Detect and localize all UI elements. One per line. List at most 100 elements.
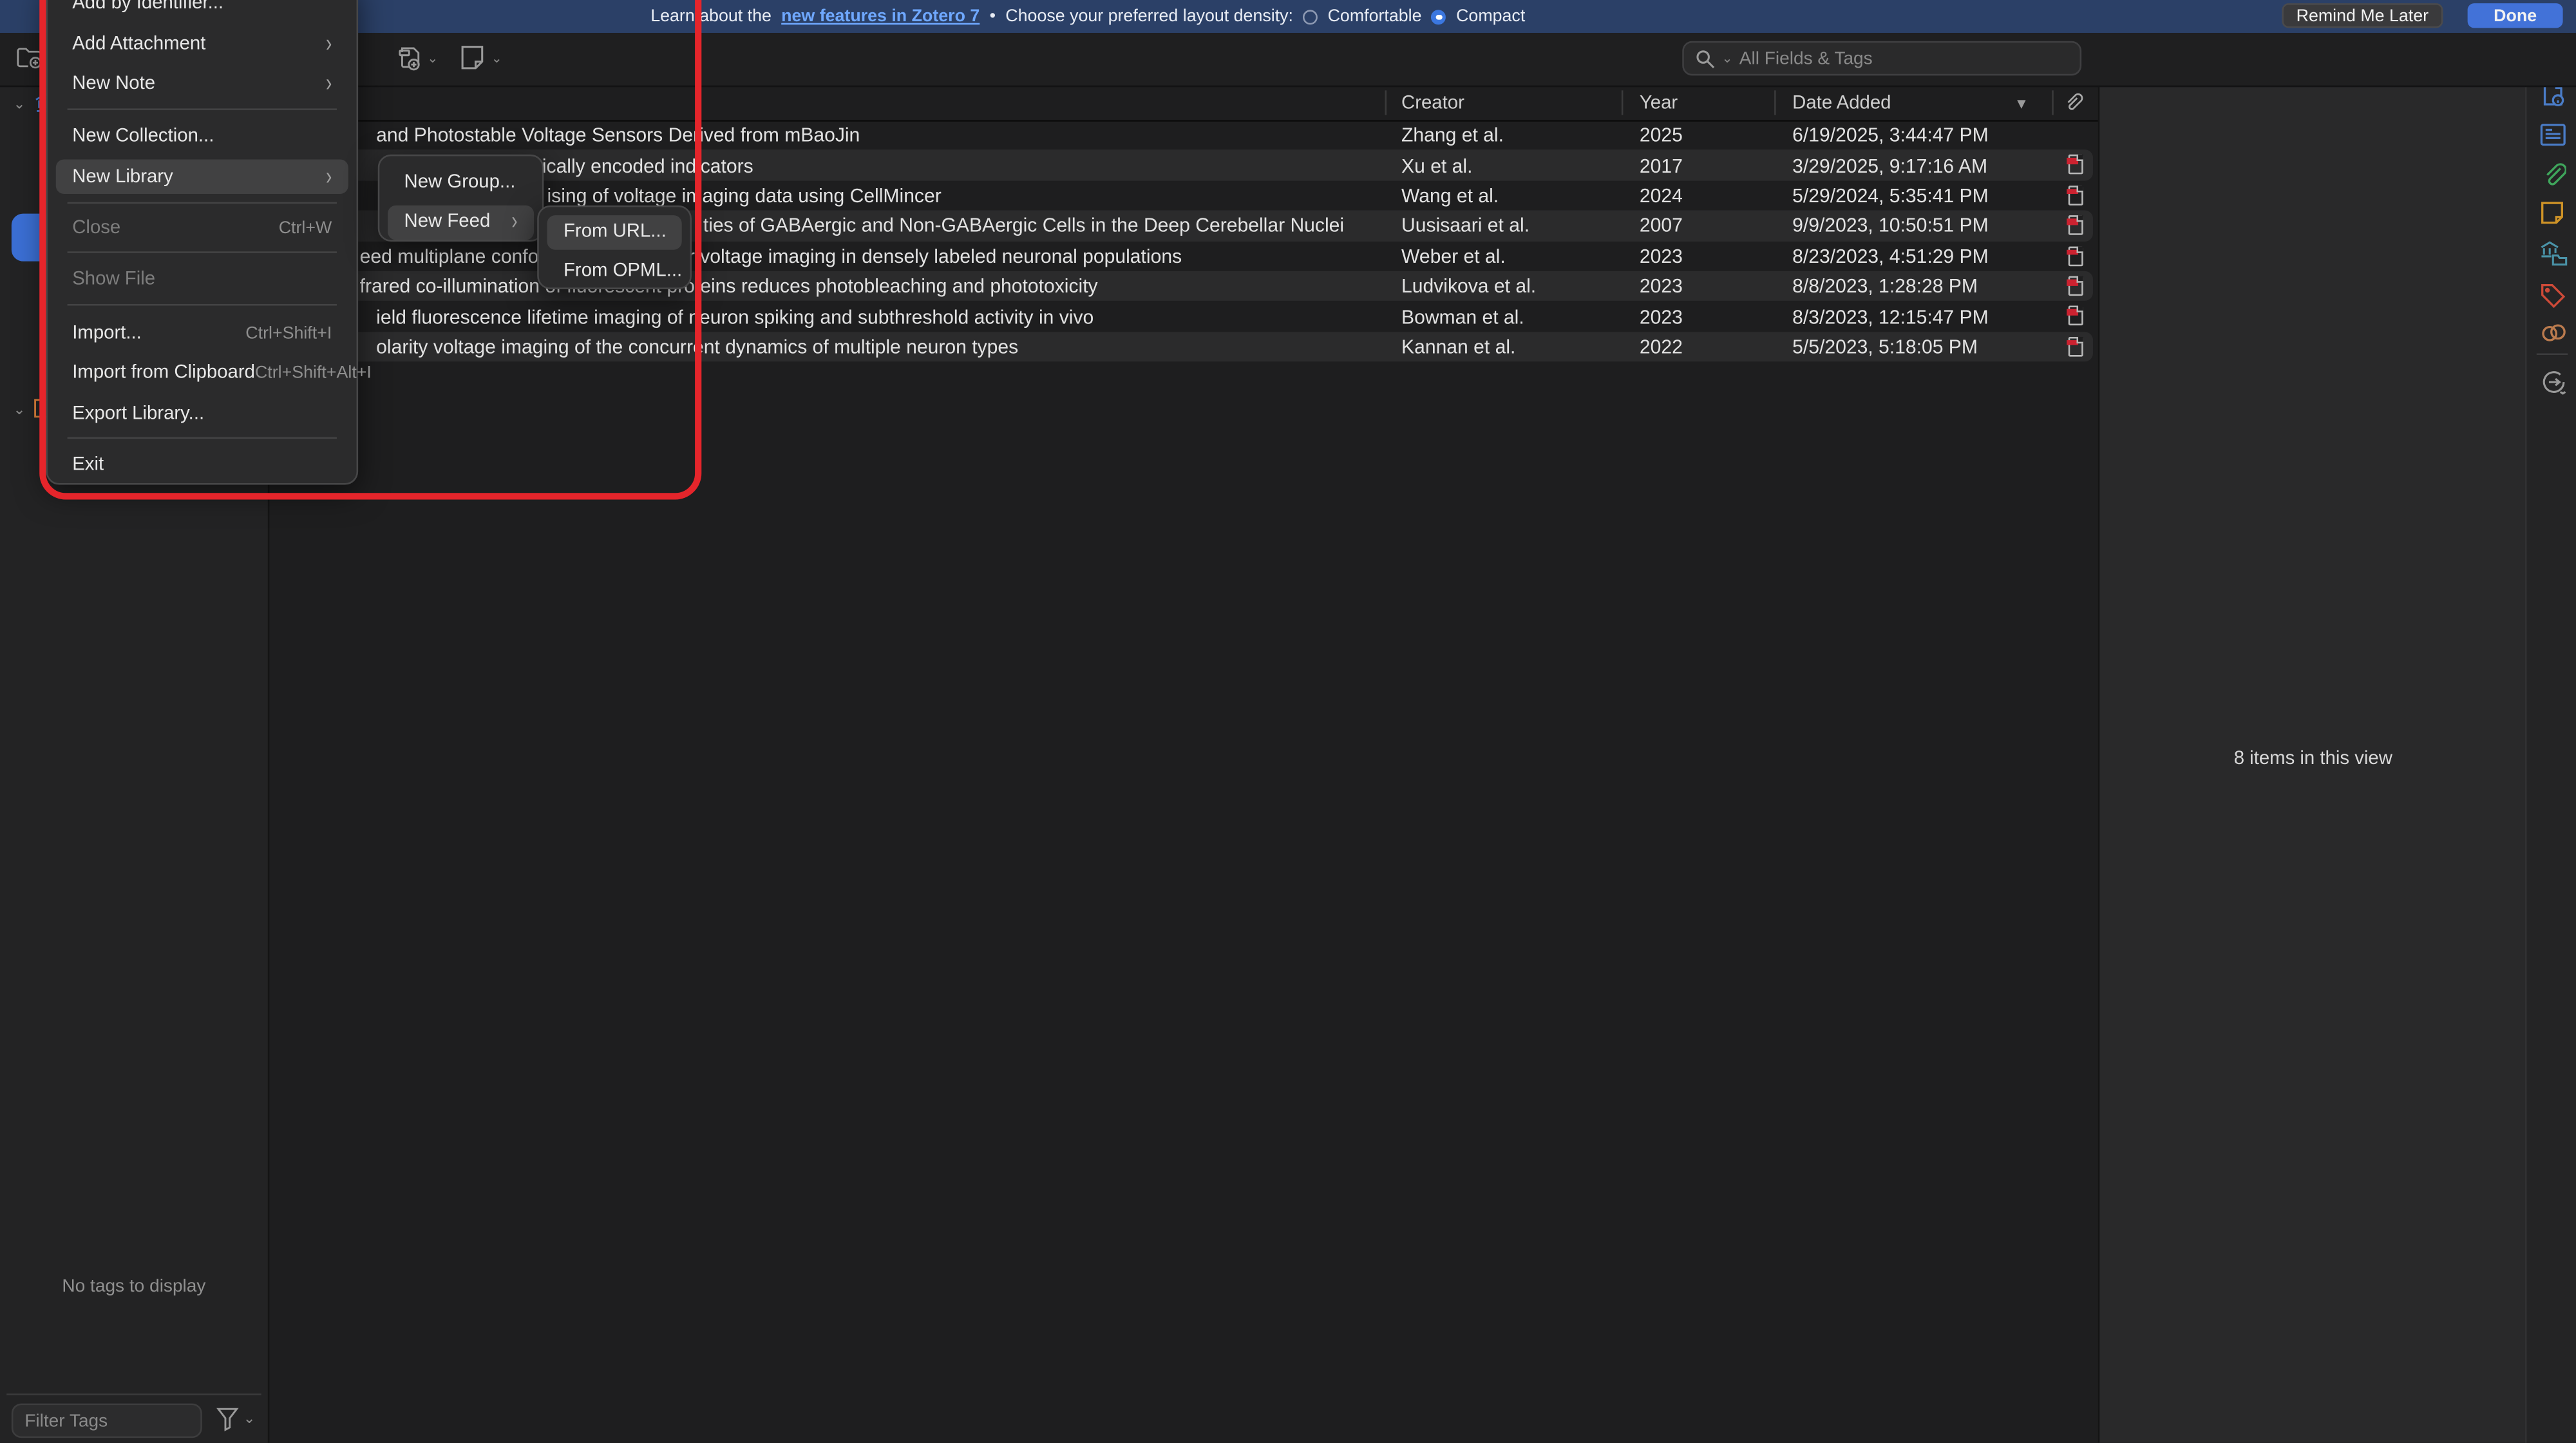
column-header-date-added[interactable]: Date Added — [1792, 86, 1891, 120]
new-library-submenu: New Group... New Feed› — [378, 155, 544, 242]
submenu-item-new-group[interactable]: New Group... — [388, 165, 534, 200]
menu-item-label: New Note — [72, 74, 155, 94]
menu-item-add-by-identifier[interactable]: Add by Identifier... — [56, 0, 348, 20]
menu-item-label: New Group... — [404, 173, 516, 193]
column-divider[interactable] — [1622, 90, 1624, 115]
menu-item-show-file[interactable]: Show File — [56, 262, 348, 297]
density-label: Choose your preferred layout density: — [1005, 6, 1293, 26]
menu-item-import[interactable]: Import...Ctrl+Shift+I — [56, 316, 348, 351]
tag-filter-funnel-icon[interactable] — [215, 1405, 240, 1431]
sort-chevron-down-icon[interactable]: ▼ — [2014, 86, 2029, 120]
submenu-arrow-icon: › — [326, 30, 332, 57]
item-creator: Zhang et al. — [1401, 120, 1615, 150]
menu-item-label: New Library — [72, 167, 173, 187]
table-row[interactable]: olarity voltage imaging of the concurren… — [272, 332, 2093, 362]
notes-icon[interactable] — [2540, 200, 2566, 227]
done-button[interactable]: Done — [2468, 3, 2563, 28]
pdf-attachment-icon[interactable] — [2069, 216, 2083, 236]
menu-item-exit[interactable]: Exit — [56, 448, 348, 483]
attachment-column-header-paperclip-icon[interactable] — [2062, 86, 2083, 120]
column-header-year[interactable]: Year — [1640, 86, 1678, 120]
radio-compact-label[interactable]: Compact — [1456, 6, 1525, 26]
table-row[interactable]: ically encoded indicatorsXu et al.20173/… — [272, 150, 2093, 180]
column-divider[interactable] — [1774, 90, 1776, 115]
menu-item-import-from-clipboard[interactable]: Import from ClipboardCtrl+Shift+Alt+I — [56, 356, 348, 390]
menu-item-add-attachment[interactable]: Add Attachment› — [56, 26, 348, 61]
attachments-icon[interactable] — [2540, 161, 2566, 187]
column-divider[interactable] — [2052, 90, 2054, 115]
menu-item-label: Export Library... — [72, 405, 204, 425]
submenu-item-from-url[interactable]: From URL... — [547, 215, 681, 249]
menu-shortcut: Ctrl+W — [279, 218, 332, 238]
menu-item-close[interactable]: Close Ctrl+W — [56, 211, 348, 246]
menu-item-export-library[interactable]: Export Library... — [56, 397, 348, 432]
table-row[interactable]: and Photostable Voltage Sensors Derived … — [272, 120, 2093, 150]
filter-tags-input[interactable]: Filter Tags — [12, 1404, 202, 1438]
new-collection-icon[interactable] — [17, 46, 43, 69]
item-year: 2024 — [1640, 180, 1738, 211]
item-creator: Xu et al. — [1401, 150, 1615, 180]
item-year: 2022 — [1640, 332, 1738, 362]
table-header[interactable]: Creator Year Date Added ▼ — [268, 86, 2098, 122]
locate-icon[interactable] — [2540, 368, 2566, 394]
pdf-attachment-icon[interactable] — [2069, 155, 2083, 175]
item-date-added: 8/23/2023, 4:51:29 PM — [1792, 241, 2047, 271]
feeds-twisty-icon[interactable]: ⌄ — [13, 401, 25, 419]
pdf-attachment-icon[interactable] — [2069, 246, 2083, 266]
pdf-attachment-icon[interactable] — [2069, 336, 2083, 356]
pdf-attachment-icon[interactable] — [2069, 276, 2083, 296]
new-item-icon[interactable] — [396, 44, 424, 72]
radio-comfortable[interactable] — [1303, 9, 1318, 24]
search-input[interactable]: ⌄ All Fields & Tags — [1682, 41, 2081, 76]
new-note-chevron-down-icon[interactable]: ⌄ — [491, 51, 502, 66]
menu-separator — [68, 251, 337, 253]
menu-item-new-note[interactable]: New Note› — [56, 66, 348, 101]
menu-item-label: Close — [72, 218, 120, 238]
new-note-icon[interactable] — [460, 44, 484, 71]
column-header-creator[interactable]: Creator — [1401, 86, 1464, 120]
search-icon — [1696, 48, 1716, 68]
item-date-added: 5/5/2023, 5:18:05 PM — [1792, 332, 2047, 362]
new-features-link[interactable]: new features in Zotero 7 — [781, 6, 980, 26]
tags-icon[interactable] — [2540, 283, 2566, 309]
item-creator: Wang et al. — [1401, 180, 1615, 211]
menu-item-label: Exit — [72, 455, 104, 475]
submenu-item-new-feed[interactable]: New Feed› — [388, 205, 534, 240]
my-library-twisty-icon[interactable]: ⌄ — [13, 95, 25, 113]
main-toolbar: ⌄ ⌄ ⌄ All Fields & Tags — [0, 33, 2576, 87]
item-year: 2007 — [1640, 211, 1738, 241]
item-details-pane: 8 items in this view — [2098, 33, 2527, 1443]
libraries-collections-icon[interactable] — [2540, 240, 2566, 266]
radio-comfortable-label[interactable]: Comfortable — [1328, 6, 1422, 26]
zotero7-upgrade-banner: Learn about the new features in Zotero 7… — [0, 0, 2576, 33]
pdf-attachment-icon[interactable] — [2069, 186, 2083, 205]
menu-item-new-collection[interactable]: New Collection... — [56, 119, 348, 153]
menu-item-new-library[interactable]: New Library› — [56, 159, 348, 194]
radio-compact[interactable] — [1432, 9, 1446, 24]
items-table: Creator Year Date Added ▼ and Photostabl… — [268, 86, 2098, 1443]
search-scope-chevron-icon[interactable]: ⌄ — [1721, 51, 1732, 66]
menu-item-label: New Collection... — [72, 126, 214, 146]
item-date-added: 8/3/2023, 12:15:47 PM — [1792, 301, 2047, 332]
column-divider[interactable] — [1385, 90, 1387, 115]
menu-separator — [68, 108, 337, 110]
menu-item-label: Import from Clipboard — [72, 363, 255, 383]
table-row[interactable]: ield fluorescence lifetime imaging of ne… — [272, 301, 2093, 332]
banner-bullet: • — [990, 6, 996, 26]
pdf-attachment-icon[interactable] — [2069, 306, 2083, 326]
item-date-added: 3/29/2025, 9:17:16 AM — [1792, 150, 2047, 180]
item-creator: Kannan et al. — [1401, 332, 1615, 362]
submenu-item-from-opml[interactable]: From OPML... — [547, 254, 681, 289]
related-icon[interactable] — [2540, 322, 2566, 349]
divider — [2537, 353, 2568, 355]
menu-item-label: Show File — [72, 269, 155, 289]
new-item-chevron-down-icon[interactable]: ⌄ — [427, 51, 438, 66]
abstract-icon[interactable] — [2540, 123, 2566, 149]
banner-text: Learn about the — [650, 6, 772, 26]
item-date-added: 9/9/2023, 10:50:51 PM — [1792, 211, 2047, 241]
submenu-arrow-icon: › — [511, 208, 517, 236]
tag-filter-chevron-icon[interactable]: ⌄ — [243, 1410, 256, 1428]
item-creator: Uusisaari et al. — [1401, 211, 1615, 241]
item-creator: Weber et al. — [1401, 241, 1615, 271]
remind-me-later-button[interactable]: Remind Me Later — [2282, 3, 2443, 28]
